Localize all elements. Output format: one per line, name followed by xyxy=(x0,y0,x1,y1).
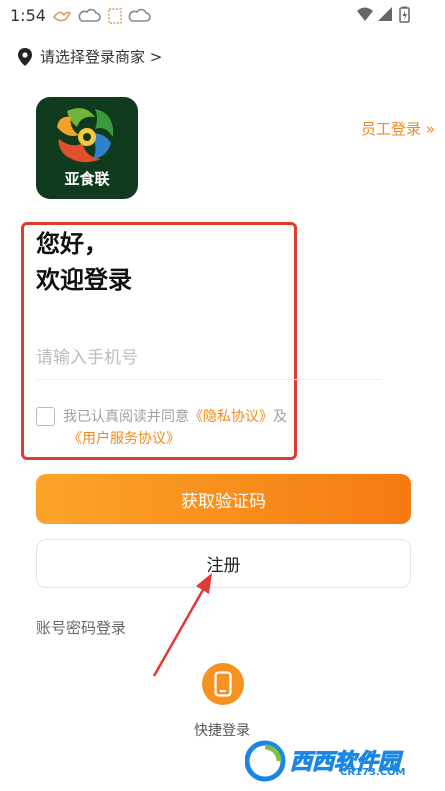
staff-login-link[interactable]: 员工登录 » xyxy=(361,118,435,139)
watermark-subtext: CR173.COM xyxy=(340,767,406,778)
merchant-label: 请选择登录商家 > xyxy=(40,48,163,66)
phone-input[interactable] xyxy=(36,336,382,380)
bird-icon xyxy=(52,11,72,22)
logo-brand-text: 亚食联 xyxy=(64,170,110,188)
status-time: 1:54 xyxy=(10,6,46,25)
agreement-checkbox[interactable] xyxy=(36,407,55,426)
merchant-selector[interactable]: 请选择登录商家 > xyxy=(18,46,162,67)
wifi-icon xyxy=(357,7,373,21)
app-logo: 亚食联 xyxy=(36,97,138,199)
agreement-text: 我已认真阅读并同意《隐私协议》及 xyxy=(63,406,287,426)
phone-icon xyxy=(214,671,232,697)
cloud-icon xyxy=(78,8,101,22)
quick-login-label: 快捷登录 xyxy=(194,723,250,739)
privacy-policy-link[interactable]: 《隐私协议》 xyxy=(189,409,273,425)
greeting-hello: 您好， xyxy=(36,230,108,258)
grid-icon xyxy=(108,8,122,24)
signal-icon xyxy=(378,7,392,21)
agreement-prefix: 我已认真阅读并同意 xyxy=(63,409,189,425)
greeting-welcome: 欢迎登录 xyxy=(36,266,132,294)
service-agreement-link[interactable]: 《用户服务协议》 xyxy=(68,428,180,448)
quick-login-button[interactable] xyxy=(202,663,244,705)
notification-icons xyxy=(52,8,151,24)
status-bar: 1:54 xyxy=(0,0,445,32)
register-button[interactable]: 注册 xyxy=(36,539,411,588)
system-icons xyxy=(357,6,410,23)
cloud-icon-2 xyxy=(128,8,151,22)
location-pin-icon xyxy=(18,47,32,66)
password-login-link[interactable]: 账号密码登录 xyxy=(36,617,126,638)
get-code-button[interactable]: 获取验证码 xyxy=(36,474,411,524)
logo-emblem-icon xyxy=(57,108,114,163)
agreement-and: 及 xyxy=(273,409,287,425)
